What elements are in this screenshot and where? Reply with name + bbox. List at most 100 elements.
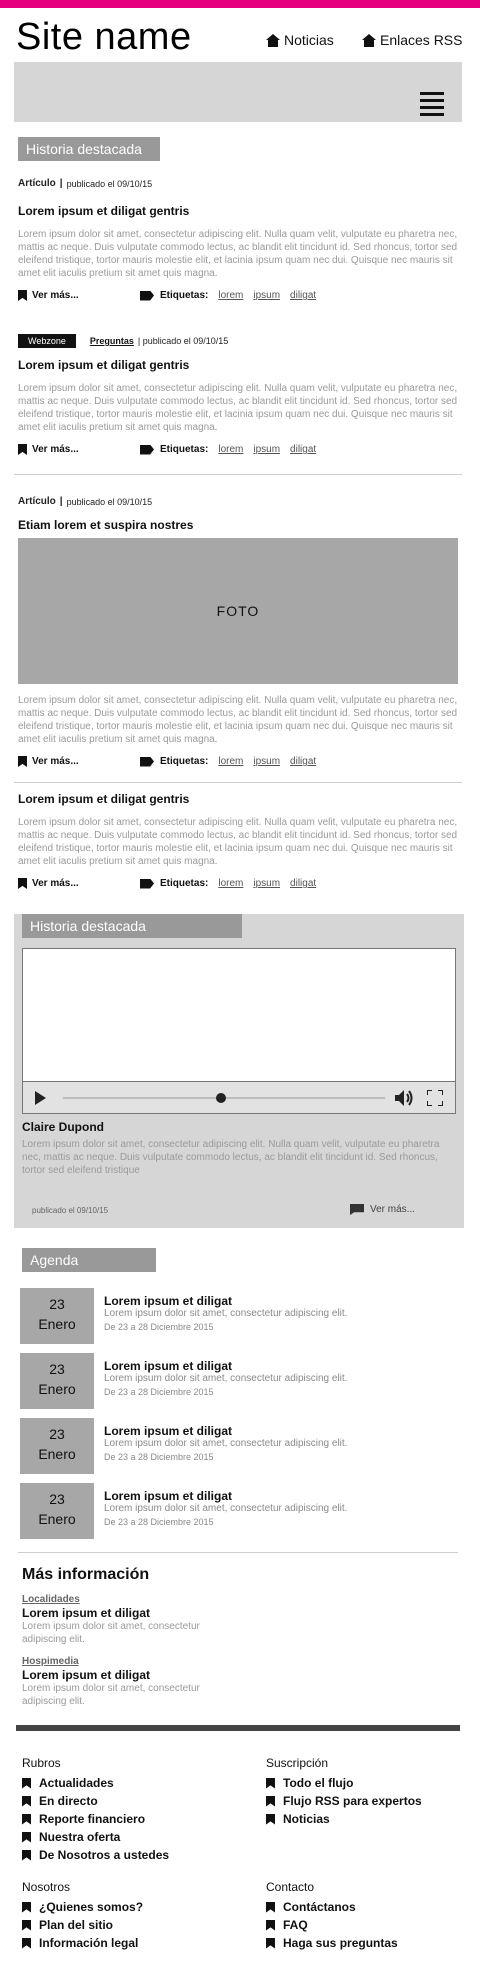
footer-link[interactable]: Flujo RSS para expertos xyxy=(266,1792,422,1810)
agenda-dates: De 23 a 28 Diciembre 2015 xyxy=(104,1517,214,1527)
footer-link-label: Todo el flujo xyxy=(283,1776,354,1790)
footer-link[interactable]: Información legal xyxy=(22,1934,143,1952)
more-info-item-title[interactable]: Lorem ipsum et diligat xyxy=(22,1606,150,1620)
bookmark-icon xyxy=(22,1831,31,1843)
footer-link[interactable]: Plan del sitio xyxy=(22,1916,143,1934)
tag-icon xyxy=(140,756,154,767)
footer-links-nosotros: ¿Quienes somos? Plan del sitio Informaci… xyxy=(22,1898,143,1952)
article-photo[interactable]: FOTO xyxy=(18,538,458,684)
agenda-title: Lorem ipsum et diligat xyxy=(104,1489,233,1503)
nav-enlaces-rss[interactable]: Enlaces RSS xyxy=(362,32,462,48)
video-player[interactable] xyxy=(22,948,456,1114)
agenda-desc: Lorem ipsum dolor sit amet, consectetur … xyxy=(104,1308,348,1319)
footer-links-rubros: Actualidades En directo Reporte financie… xyxy=(22,1774,169,1864)
read-more-link[interactable]: Ver más... xyxy=(18,444,79,455)
more-info-category[interactable]: Localidades xyxy=(22,1594,80,1605)
footer-link[interactable]: Noticias xyxy=(266,1810,422,1828)
bookmark-icon xyxy=(22,1901,31,1913)
home-icon xyxy=(362,33,376,47)
bookmark-icon xyxy=(22,1937,31,1949)
tag-link[interactable]: ipsum xyxy=(253,290,280,301)
more-info-category[interactable]: Hospimedia xyxy=(22,1656,79,1667)
footer-link[interactable]: Haga sus preguntas xyxy=(266,1934,398,1952)
footer-col-title: Rubros xyxy=(22,1756,61,1770)
tag-link[interactable]: ipsum xyxy=(253,878,280,889)
article-title[interactable]: Lorem ipsum et diligat gentris xyxy=(18,204,189,218)
article-date: publicado el 09/10/15 xyxy=(66,496,153,507)
footer-link[interactable]: Nuestra oferta xyxy=(22,1828,169,1846)
footer-link[interactable]: De Nosotros a ustedes xyxy=(22,1846,169,1864)
article-title[interactable]: Lorem ipsum et diligat gentris xyxy=(18,358,189,372)
footer-link-label: ¿Quienes somos? xyxy=(39,1900,144,1914)
date-month: Enero xyxy=(38,1446,76,1462)
tag-icon xyxy=(140,290,154,301)
article-meta: Webzone Preguntas | publicado el 09/10/1… xyxy=(18,334,228,348)
agenda-item[interactable]: 23 Enero Lorem ipsum et diligat Lorem ips… xyxy=(20,1418,460,1474)
divider xyxy=(14,782,462,783)
video-description: Lorem ipsum dolor sit amet, consectetur … xyxy=(22,1139,440,1176)
tag-link[interactable]: lorem xyxy=(218,444,243,455)
tag-link[interactable]: diligat xyxy=(290,290,316,301)
footer-link[interactable]: Todo el flujo xyxy=(266,1774,422,1792)
bookmark-icon xyxy=(22,1813,31,1825)
more-info-item-title[interactable]: Lorem ipsum et diligat xyxy=(22,1668,150,1682)
agenda-title: Lorem ipsum et diligat xyxy=(104,1294,233,1308)
divider xyxy=(14,474,462,475)
article-title[interactable]: Etiam lorem et suspira nostres xyxy=(18,518,193,532)
read-more-link[interactable]: Ver más... xyxy=(18,878,79,889)
agenda-item[interactable]: 23 Enero Lorem ipsum et diligat Lorem ips… xyxy=(20,1353,460,1409)
read-more-link[interactable]: Ver más... xyxy=(18,290,79,301)
tag-link[interactable]: ipsum xyxy=(253,756,280,767)
date-box: 23 Enero xyxy=(20,1288,94,1344)
tag-link[interactable]: lorem xyxy=(218,756,243,767)
nav-noticias[interactable]: Noticias xyxy=(266,32,334,48)
hamburger-menu-icon[interactable] xyxy=(420,92,444,116)
bookmark-icon xyxy=(22,1849,31,1861)
tag-link[interactable]: lorem xyxy=(218,290,243,301)
footer-link[interactable]: Reporte financiero xyxy=(22,1810,169,1828)
volume-icon[interactable] xyxy=(395,1089,415,1107)
tag-link[interactable]: diligat xyxy=(290,878,316,889)
agenda-dates: De 23 a 28 Diciembre 2015 xyxy=(104,1322,214,1332)
bookmark-icon xyxy=(266,1795,275,1807)
video-author[interactable]: Claire Dupond xyxy=(22,1120,104,1134)
read-more-link[interactable]: Ver más... xyxy=(350,1204,415,1215)
tag-link[interactable]: diligat xyxy=(290,756,316,767)
bookmark-icon xyxy=(18,290,27,301)
agenda-item[interactable]: 23 Enero Lorem ipsum et diligat Lorem ips… xyxy=(20,1483,460,1539)
agenda-item[interactable]: 23 Enero Lorem ipsum et diligat Lorem ips… xyxy=(20,1288,460,1344)
read-more-link[interactable]: Ver más... xyxy=(18,756,79,767)
footer-link[interactable]: Actualidades xyxy=(22,1774,169,1792)
footer-link[interactable]: FAQ xyxy=(266,1916,398,1934)
tags: Etiquetas: lorem ipsum diligat xyxy=(140,878,316,889)
video-date: publicado el 09/10/15 xyxy=(32,1206,109,1215)
progress-handle[interactable] xyxy=(215,1093,226,1103)
footer-link[interactable]: En directo xyxy=(22,1792,169,1810)
footer-col-title: Nosotros xyxy=(22,1880,71,1894)
footer-link[interactable]: ¿Quienes somos? xyxy=(22,1898,143,1916)
footer-link-label: Actualidades xyxy=(39,1776,114,1790)
footer-link-label: Contáctanos xyxy=(283,1900,356,1914)
bookmark-icon xyxy=(22,1795,31,1807)
footer-link-label: FAQ xyxy=(283,1918,308,1932)
read-more-label: Ver más... xyxy=(370,1204,416,1215)
navigation-bar xyxy=(14,62,462,122)
agenda-desc: Lorem ipsum dolor sit amet, consectetur … xyxy=(104,1438,348,1449)
tag-link[interactable]: lorem xyxy=(218,878,243,889)
article-actions: Ver más... Etiquetas: lorem ipsum diligat xyxy=(18,756,458,770)
article-category: Artículo xyxy=(18,496,56,507)
play-icon[interactable] xyxy=(35,1091,46,1105)
article-actions: Ver más... Etiquetas: lorem ipsum diligat xyxy=(18,444,458,458)
footer-link[interactable]: Contáctanos xyxy=(266,1898,398,1916)
tag-icon xyxy=(140,444,154,455)
article-title[interactable]: Lorem ipsum et diligat gentris xyxy=(18,792,189,806)
site-name[interactable]: Site name xyxy=(16,16,192,59)
article-actions: Ver más... Etiquetas: lorem ipsum diligat xyxy=(18,878,458,892)
article-category-link[interactable]: Preguntas xyxy=(90,336,134,346)
comment-icon xyxy=(350,1204,364,1215)
tag-link[interactable]: ipsum xyxy=(253,444,280,455)
bookmark-icon xyxy=(22,1919,31,1931)
nav-noticias-label: Noticias xyxy=(284,32,334,48)
tag-link[interactable]: diligat xyxy=(290,444,316,455)
fullscreen-icon[interactable] xyxy=(427,1090,443,1106)
